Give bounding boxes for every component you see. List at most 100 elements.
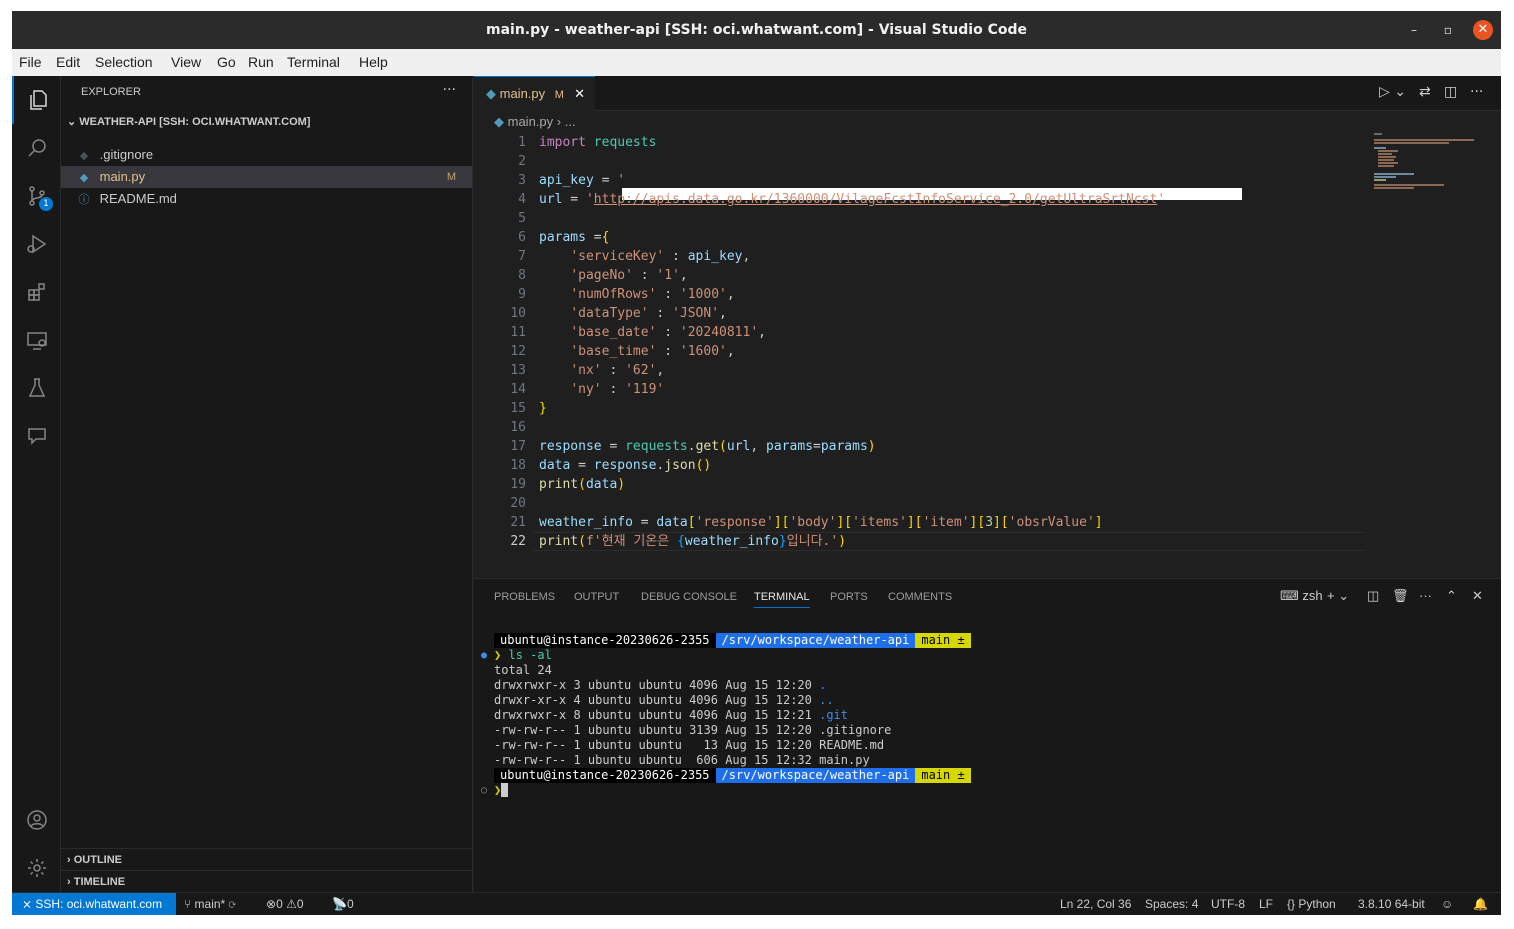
timeline-section[interactable]: › TIMELINE — [61, 870, 473, 892]
run-python-button[interactable]: ▷ ⌄ — [1379, 84, 1406, 100]
tab-debug-console[interactable]: DEBUG CONSOLE — [641, 591, 737, 603]
menu-help[interactable]: Help — [359, 54, 388, 70]
terminal-prompt: ubuntu@instance-20230626-2355/srv/worksp… — [494, 633, 971, 648]
tab-ports[interactable]: PORTS — [830, 591, 868, 603]
indentation[interactable]: Spaces: 4 — [1145, 893, 1198, 915]
menu-file[interactable]: File — [19, 54, 42, 70]
terminal-input-line[interactable]: ○ ❯▏ — [481, 783, 509, 798]
panel-more-button[interactable]: ··· — [1419, 588, 1432, 603]
line-number: 21 — [510, 515, 526, 530]
chevron-down-icon: ⌄ — [67, 116, 77, 128]
braces-icon: {} — [1287, 897, 1299, 911]
line-number: 2 — [518, 154, 526, 169]
url-link[interactable]: http://apis.data.go.kr/1360000/VilageFcs… — [594, 192, 1158, 207]
terminal-command: ● ❯ ls -al — [481, 648, 552, 662]
menu-edit[interactable]: Edit — [56, 54, 80, 70]
menu-view[interactable]: View — [171, 54, 201, 70]
line-number: 12 — [510, 344, 526, 359]
code-line: params ={ — [539, 230, 610, 245]
maximize-panel-button[interactable]: ⌃ — [1446, 588, 1457, 604]
comments-activity[interactable] — [12, 412, 61, 460]
close-panel-button[interactable]: ✕ — [1472, 588, 1483, 604]
menu-go[interactable]: Go — [217, 54, 236, 70]
workspace-folder-header[interactable]: ⌄ WEATHER-API [SSH: OCI.WHATWANT.COM] — [61, 112, 473, 132]
line-number: 5 — [518, 211, 526, 226]
problems-indicator[interactable]: ⊗0 ⚠0 — [266, 893, 304, 915]
close-tab-icon[interactable]: ✕ — [574, 77, 585, 111]
terminal-shell-selector[interactable]: ⌨ zsh — [1280, 588, 1323, 604]
terminal-line: total 24 — [494, 663, 552, 677]
terminal-icon: ⌨ — [1280, 588, 1299, 603]
title-bar: main.py - weather-api [SSH: oci.whatwant… — [12, 11, 1501, 49]
code-editor[interactable]: 1 2 3 4 5 6 7 8 9 10 11 12 13 14 15 16 17 18 19 20 21 22 impo… — [474, 133, 1374, 573]
ports-indicator[interactable]: 📡0 — [332, 893, 354, 915]
breadcrumb-symbols[interactable]: ... — [565, 114, 576, 129]
status-bar: ⨯ SSH: oci.whatwant.com ⑂ main* ⟳ ⊗0 ⚠0 … — [12, 892, 1501, 915]
code-line: weather_info = data['response']['body'][… — [539, 515, 1103, 530]
copilot-icon[interactable]: ☺ — [1441, 893, 1453, 915]
extensions-activity[interactable] — [12, 268, 61, 316]
split-terminal-button[interactable]: ◫ — [1367, 588, 1379, 604]
tab-output[interactable]: OUTPUT — [574, 591, 619, 603]
trash-icon[interactable]: 🗑 — [1392, 588, 1409, 604]
tab-main-py[interactable]: ◆ main.py M ✕ — [474, 76, 595, 111]
cursor-position[interactable]: Ln 22, Col 36 — [1060, 893, 1131, 915]
branch-name: main* — [194, 897, 226, 911]
activity-bar: 1 — [12, 76, 61, 892]
new-terminal-button[interactable]: + ⌄ — [1327, 588, 1349, 604]
minimap[interactable] — [1374, 133, 1484, 193]
tab-comments[interactable]: COMMENTS — [888, 591, 952, 603]
minimize-button[interactable]: – — [1404, 20, 1424, 40]
ports-icon: 📡 — [332, 897, 347, 911]
source-control-activity[interactable]: 1 — [12, 172, 61, 220]
menu-selection[interactable]: Selection — [95, 54, 153, 70]
line-number: 20 — [510, 496, 526, 511]
branch-indicator[interactable]: ⑂ main* ⟳ — [184, 893, 236, 915]
file-main-py[interactable]: ◆ main.py M — [61, 166, 472, 188]
tab-problems[interactable]: PROBLEMS — [494, 591, 555, 603]
close-button[interactable]: ✕ — [1473, 20, 1493, 40]
menu-terminal[interactable]: Terminal — [287, 54, 340, 70]
search-activity[interactable] — [12, 124, 61, 172]
code-line: 'serviceKey' : api_key, — [570, 249, 751, 264]
file-name: main.py — [99, 169, 146, 184]
compare-changes-button[interactable]: ⇄ — [1419, 84, 1431, 100]
manage-activity[interactable] — [12, 844, 61, 892]
vscode-window: main.py - weather-api [SSH: oci.whatwant… — [12, 11, 1501, 915]
breadcrumb[interactable]: ◆ main.py › ... — [494, 114, 576, 130]
accounts-activity[interactable] — [12, 796, 61, 844]
explorer-title: EXPLORER — [81, 86, 141, 98]
explorer-activity[interactable] — [12, 76, 61, 124]
testing-activity[interactable] — [12, 364, 61, 412]
sync-icon: ⟳ — [228, 897, 236, 911]
flask-icon — [28, 378, 45, 397]
split-editor-button[interactable]: ◫ — [1444, 84, 1457, 100]
explorer-more-button[interactable]: ··· — [443, 82, 456, 98]
remote-indicator[interactable]: ⨯ SSH: oci.whatwant.com — [12, 893, 176, 915]
terminal-line: -rw-rw-r-- 1 ubuntu ubuntu 606 Aug 15 12… — [494, 753, 870, 767]
file-gitignore[interactable]: ◆ .gitignore — [61, 144, 472, 166]
outline-section[interactable]: › OUTLINE — [61, 848, 473, 870]
editor-more-button[interactable]: ··· — [1470, 84, 1483, 100]
file-readme[interactable]: ⓘ README.md — [61, 188, 472, 210]
line-number: 18 — [510, 458, 526, 473]
tab-terminal[interactable]: TERMINAL — [754, 591, 810, 608]
line-number: 11 — [510, 325, 526, 340]
terminal-output[interactable]: ubuntu@instance-20230626-2355/srv/worksp… — [481, 623, 1484, 883]
remote-explorer-activity[interactable] — [12, 316, 61, 364]
remote-label: SSH: oci.whatwant.com — [35, 897, 163, 911]
menu-run[interactable]: Run — [248, 54, 274, 70]
code-line: 'numOfRows' : '1000', — [570, 287, 735, 302]
language-mode[interactable]: {} Python — [1287, 893, 1336, 915]
bell-icon[interactable]: 🔔 — [1473, 893, 1488, 915]
breadcrumb-file[interactable]: main.py — [508, 114, 554, 129]
maximize-button[interactable]: ▫ — [1438, 20, 1458, 40]
search-icon — [27, 139, 46, 157]
encoding[interactable]: UTF-8 — [1211, 893, 1245, 915]
line-number: 10 — [510, 306, 526, 321]
chevron-right-icon: › — [67, 854, 71, 866]
line-ending[interactable]: LF — [1259, 893, 1273, 915]
run-debug-activity[interactable] — [12, 220, 61, 268]
git-icon: ◆ — [79, 150, 89, 162]
python-interpreter[interactable]: 3.8.10 64-bit — [1358, 893, 1425, 915]
